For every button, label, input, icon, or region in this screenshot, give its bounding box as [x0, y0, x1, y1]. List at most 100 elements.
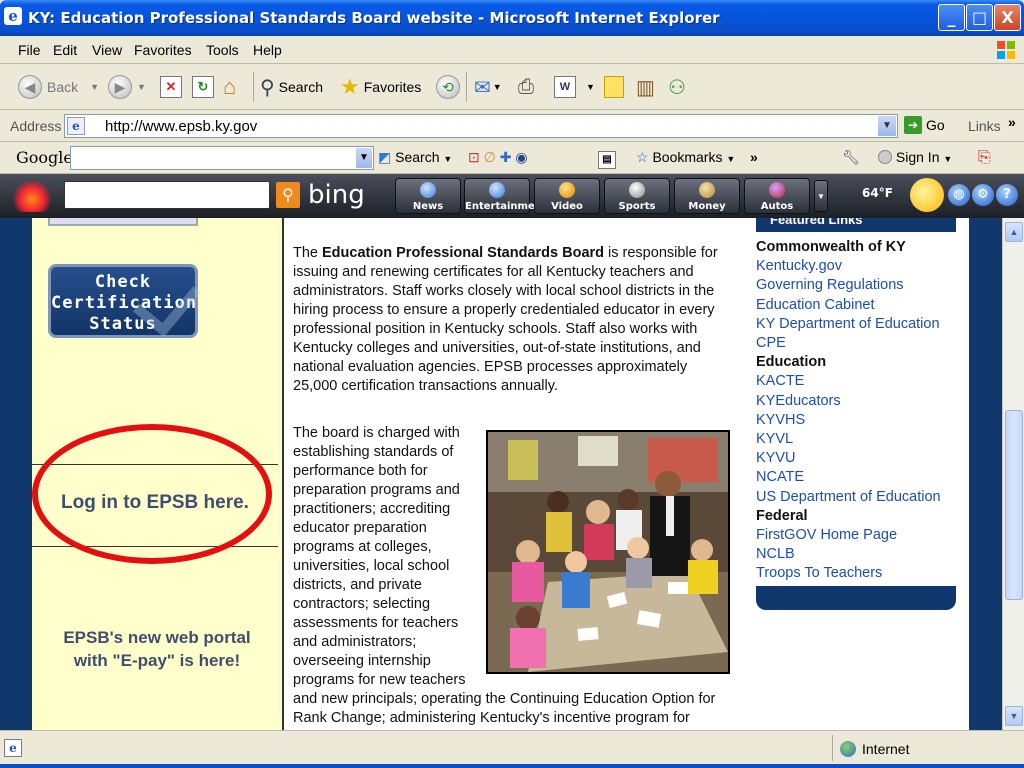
- link-ncate[interactable]: NCATE: [756, 468, 966, 487]
- word-edit-icon: W: [554, 76, 576, 98]
- video-icon: [559, 182, 575, 198]
- history-button[interactable]: ⟲: [436, 72, 465, 102]
- link-troops-to-teachers[interactable]: Troops To Teachers: [756, 564, 966, 583]
- messenger-button[interactable]: ⚇: [668, 72, 686, 102]
- plus-icon[interactable]: ✚: [500, 149, 512, 165]
- google-logo[interactable]: Google: [16, 148, 73, 167]
- link-kyvhs[interactable]: KYVHS: [756, 411, 966, 430]
- forward-dropdown-icon: ▼: [137, 82, 146, 92]
- mail-button[interactable]: ✉ ▼: [474, 72, 502, 102]
- bing-sports-button[interactable]: Sports: [604, 178, 670, 214]
- soccer-ball-icon: [629, 182, 645, 198]
- forward-button[interactable]: ▶ ▼: [108, 72, 146, 102]
- clipped-button[interactable]: [48, 218, 198, 226]
- discuss-button[interactable]: [604, 72, 624, 102]
- maximize-button[interactable]: □: [966, 4, 993, 31]
- bing-autos-button[interactable]: Autos: [744, 178, 810, 214]
- web-portal-link[interactable]: EPSB's new web portal with "E-pay" is he…: [40, 626, 274, 672]
- back-arrow-icon: ◀: [18, 75, 42, 99]
- scroll-thumb[interactable]: [1005, 410, 1023, 600]
- window-title-bar[interactable]: e KY: Education Professional Standards B…: [0, 0, 1024, 36]
- bing-entertainment-button[interactable]: Entertainment: [464, 178, 547, 214]
- right-border: [969, 218, 1002, 730]
- standard-toolbar: ◀ Back ▼ ▶ ▼ ✕ ↻ ⌂ ⚲ Search ★ Favorites …: [0, 64, 1024, 110]
- bookmarks-button[interactable]: ☆ Bookmarks ▼: [636, 149, 735, 166]
- scroll-down-arrow-icon[interactable]: ▼: [1005, 706, 1023, 726]
- link-firstgov-home-page[interactable]: FirstGOV Home Page: [756, 526, 966, 545]
- menu-favorites[interactable]: Favorites: [134, 42, 192, 58]
- bing-settings-icon[interactable]: ⚙: [972, 184, 994, 206]
- link-kyvu[interactable]: KYVU: [756, 449, 966, 468]
- popup-blocker-icon[interactable]: ⊡: [468, 149, 480, 165]
- link-governing-regulations[interactable]: Governing Regulations: [756, 276, 966, 295]
- print-button[interactable]: ⎙: [518, 72, 534, 102]
- bing-help-icon[interactable]: ?: [996, 184, 1018, 206]
- stop-button[interactable]: ✕: [160, 72, 182, 102]
- link-kyeducators[interactable]: KYEducators: [756, 392, 966, 411]
- vertical-scrollbar[interactable]: ▲ ▼: [1002, 218, 1024, 730]
- bing-search-button[interactable]: ⚲: [276, 182, 300, 208]
- google-search-input[interactable]: ▼: [70, 146, 374, 170]
- wrench-button[interactable]: 🔧︎: [842, 149, 860, 166]
- weather-sun-icon[interactable]: [910, 178, 944, 212]
- link-cpe[interactable]: CPE: [756, 334, 966, 353]
- refresh-button[interactable]: ↻: [192, 72, 214, 102]
- google-tools-buttons[interactable]: ⊡ ∅ ✚ ◉: [468, 149, 528, 166]
- bing-video-button[interactable]: Video: [534, 178, 600, 214]
- google-search-button[interactable]: ◩ Search ▼: [378, 149, 452, 166]
- autofill-icon[interactable]: ∅: [484, 149, 496, 165]
- toolbar-separator: [466, 72, 467, 102]
- search-button[interactable]: ⚲ Search: [260, 72, 323, 102]
- scroll-up-arrow-icon[interactable]: ▲: [1005, 222, 1023, 242]
- google-dropdown-icon[interactable]: ▼: [356, 148, 372, 168]
- red-highlight-ellipse: [32, 424, 272, 564]
- link-education-cabinet[interactable]: Education Cabinet: [756, 296, 966, 315]
- link-us-department-of-education[interactable]: US Department of Education: [756, 488, 966, 507]
- weather-temperature[interactable]: 64°F: [862, 186, 893, 200]
- bing-money-button[interactable]: Money: [674, 178, 740, 214]
- column-divider: [282, 218, 284, 730]
- links-chevron-icon[interactable]: »: [1008, 114, 1016, 130]
- minimize-button[interactable]: _: [938, 4, 965, 31]
- favorites-button[interactable]: ★ Favorites: [340, 72, 421, 102]
- classroom-photo: [486, 430, 730, 674]
- link-ky-department-of-education[interactable]: KY Department of Education: [756, 315, 966, 334]
- bing-video-label: Video: [551, 201, 583, 212]
- back-button[interactable]: ◀ Back ▼: [18, 72, 99, 102]
- google-search-label: Search: [395, 149, 440, 165]
- menu-edit[interactable]: Edit: [53, 42, 77, 58]
- bing-globe-icon[interactable]: ◍: [948, 184, 970, 206]
- google-more-icon[interactable]: »: [750, 149, 758, 165]
- go-button[interactable]: ➔ Go: [904, 116, 945, 134]
- bing-search-input[interactable]: [64, 181, 270, 209]
- address-input[interactable]: e http://www.epsb.ky.gov ▼: [64, 114, 898, 138]
- dell-icon[interactable]: ◉: [515, 149, 527, 165]
- pdf-button[interactable]: ⎘: [978, 149, 991, 167]
- search-icon: ⚲: [260, 76, 275, 99]
- featured-links-list: Commonwealth of KY Kentucky.gov Governin…: [756, 238, 966, 584]
- menu-file[interactable]: File: [18, 42, 41, 58]
- close-button[interactable]: X: [994, 4, 1021, 31]
- link-kentucky-gov[interactable]: Kentucky.gov: [756, 257, 966, 276]
- edit-button[interactable]: W ▼: [554, 72, 595, 102]
- link-nclb[interactable]: NCLB: [756, 545, 966, 564]
- research-button[interactable]: ▥: [636, 72, 655, 102]
- bing-news-button[interactable]: News: [395, 178, 461, 214]
- home-button[interactable]: ⌂: [223, 72, 236, 102]
- bing-more-dropdown-icon[interactable]: ▼: [814, 180, 828, 212]
- link-kyvl[interactable]: KYVL: [756, 430, 966, 449]
- link-kacte[interactable]: KACTE: [756, 372, 966, 391]
- msn-butterfly-icon[interactable]: [12, 180, 52, 212]
- menu-view[interactable]: View: [92, 42, 122, 58]
- menu-help[interactable]: Help: [253, 42, 282, 58]
- google-toolbar: Google ▼ ◩ Search ▼ ⊡ ∅ ✚ ◉ ▤ ☆ Bookmark…: [0, 142, 1024, 174]
- address-dropdown-icon[interactable]: ▼: [878, 116, 896, 136]
- sign-in-button[interactable]: Sign In ▼: [878, 149, 952, 165]
- bookmarks-dropdown-icon: ▼: [726, 154, 736, 164]
- menu-tools[interactable]: Tools: [206, 42, 239, 58]
- links-label[interactable]: Links: [968, 118, 1001, 134]
- check-certification-status-button[interactable]: Check Certification Status: [48, 264, 201, 338]
- share-button[interactable]: ▤: [598, 149, 616, 169]
- internet-globe-icon: [840, 741, 856, 757]
- sign-in-dropdown-icon: ▼: [943, 154, 953, 164]
